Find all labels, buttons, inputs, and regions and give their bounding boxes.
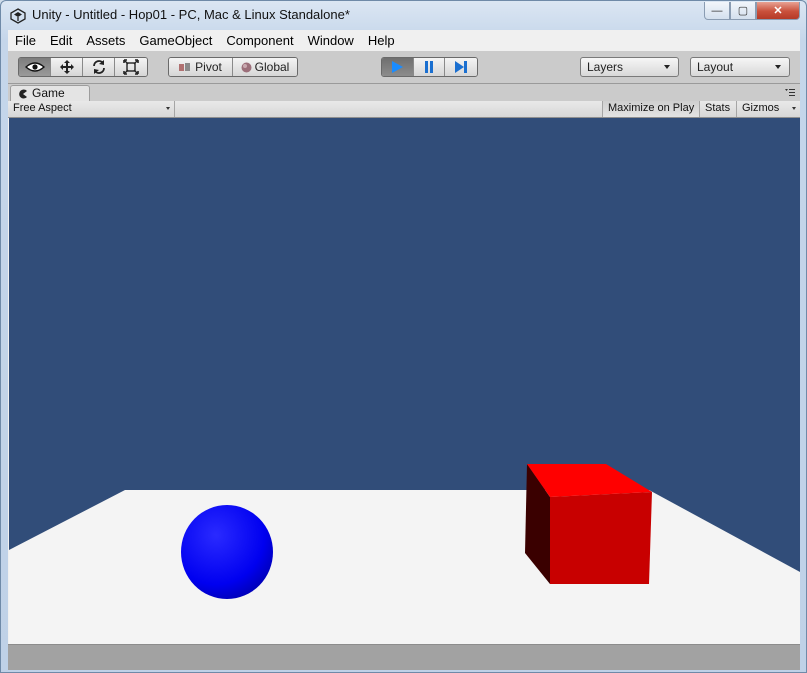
game-pacman-icon xyxy=(19,89,27,99)
rotate-icon xyxy=(92,60,105,74)
eye-icon xyxy=(24,62,45,72)
menu-edit[interactable]: Edit xyxy=(43,30,79,51)
menu-assets[interactable]: Assets xyxy=(79,30,132,51)
maximize-button[interactable]: ▢ xyxy=(730,2,756,20)
chevron-down-icon xyxy=(664,65,670,69)
editor-client-area: File Edit Assets GameObject Component Wi… xyxy=(8,30,800,670)
panel-menu-icon[interactable] xyxy=(785,87,795,97)
transform-tools xyxy=(18,57,148,77)
pivot-label: Pivot xyxy=(195,60,222,74)
step-button[interactable] xyxy=(445,58,477,76)
blue-sphere xyxy=(181,505,273,599)
menu-bar: File Edit Assets GameObject Component Wi… xyxy=(8,30,800,51)
rotate-tool-button[interactable] xyxy=(83,58,115,76)
global-label: Global xyxy=(254,60,290,74)
pivot-toggle[interactable]: Pivot xyxy=(169,58,233,76)
minimize-button[interactable]: — xyxy=(704,2,730,20)
floor-plane xyxy=(9,490,800,644)
layers-label: Layers xyxy=(587,60,624,74)
aspect-label: Free Aspect xyxy=(13,102,72,114)
scale-icon xyxy=(123,59,139,75)
game-viewport[interactable] xyxy=(9,118,800,644)
globe-icon xyxy=(241,62,252,72)
layout-label: Layout xyxy=(697,60,734,74)
game-view-toolbar: Free Aspect Maximize on Play Stats Gizmo… xyxy=(8,101,800,118)
menu-component[interactable]: Component xyxy=(219,30,300,51)
chevron-down-icon xyxy=(166,107,170,110)
stats-toggle[interactable]: Stats xyxy=(699,101,736,117)
layers-dropdown[interactable]: Layers xyxy=(580,57,679,77)
global-toggle[interactable]: Global xyxy=(233,58,297,76)
close-button[interactable]: ✕ xyxy=(756,2,800,20)
tab-game[interactable]: Game xyxy=(10,85,90,101)
unity-logo-icon xyxy=(10,8,26,24)
step-icon xyxy=(455,61,468,73)
pause-button[interactable] xyxy=(413,58,446,76)
chevron-down-icon xyxy=(775,65,781,69)
gizmos-label: Gizmos xyxy=(742,102,780,114)
gizmos-dropdown[interactable]: Gizmos xyxy=(736,101,800,117)
play-icon xyxy=(392,61,404,73)
playback-controls xyxy=(381,57,478,77)
unity-window: Unity - Untitled - Hop01 - PC, Mac & Lin… xyxy=(0,0,807,673)
menu-help[interactable]: Help xyxy=(361,30,402,51)
scale-tool-button[interactable] xyxy=(115,58,147,76)
menu-file[interactable]: File xyxy=(8,30,43,51)
pivot-icon xyxy=(179,63,191,71)
maximize-on-play-toggle[interactable]: Maximize on Play xyxy=(602,101,699,117)
panel-tab-bar: Game xyxy=(8,84,800,101)
cube-front-face xyxy=(550,492,652,584)
scene-render xyxy=(9,118,800,644)
move-tool-button[interactable] xyxy=(51,58,83,76)
window-title: Unity - Untitled - Hop01 - PC, Mac & Lin… xyxy=(32,7,350,22)
main-toolbar: Pivot Global Layers Layout xyxy=(8,51,800,84)
menu-gameobject[interactable]: GameObject xyxy=(132,30,219,51)
chevron-down-icon xyxy=(792,107,796,110)
layout-dropdown[interactable]: Layout xyxy=(690,57,790,77)
pivot-global-group: Pivot Global xyxy=(168,57,298,77)
aspect-dropdown[interactable]: Free Aspect xyxy=(8,101,175,117)
move-arrows-icon xyxy=(59,60,74,74)
title-bar[interactable]: Unity - Untitled - Hop01 - PC, Mac & Lin… xyxy=(1,1,806,29)
view-tool-button[interactable] xyxy=(19,58,51,76)
pause-icon xyxy=(425,61,433,73)
tab-game-label: Game xyxy=(32,86,65,100)
status-bar xyxy=(8,644,800,670)
menu-window[interactable]: Window xyxy=(301,30,361,51)
play-button[interactable] xyxy=(382,58,414,76)
